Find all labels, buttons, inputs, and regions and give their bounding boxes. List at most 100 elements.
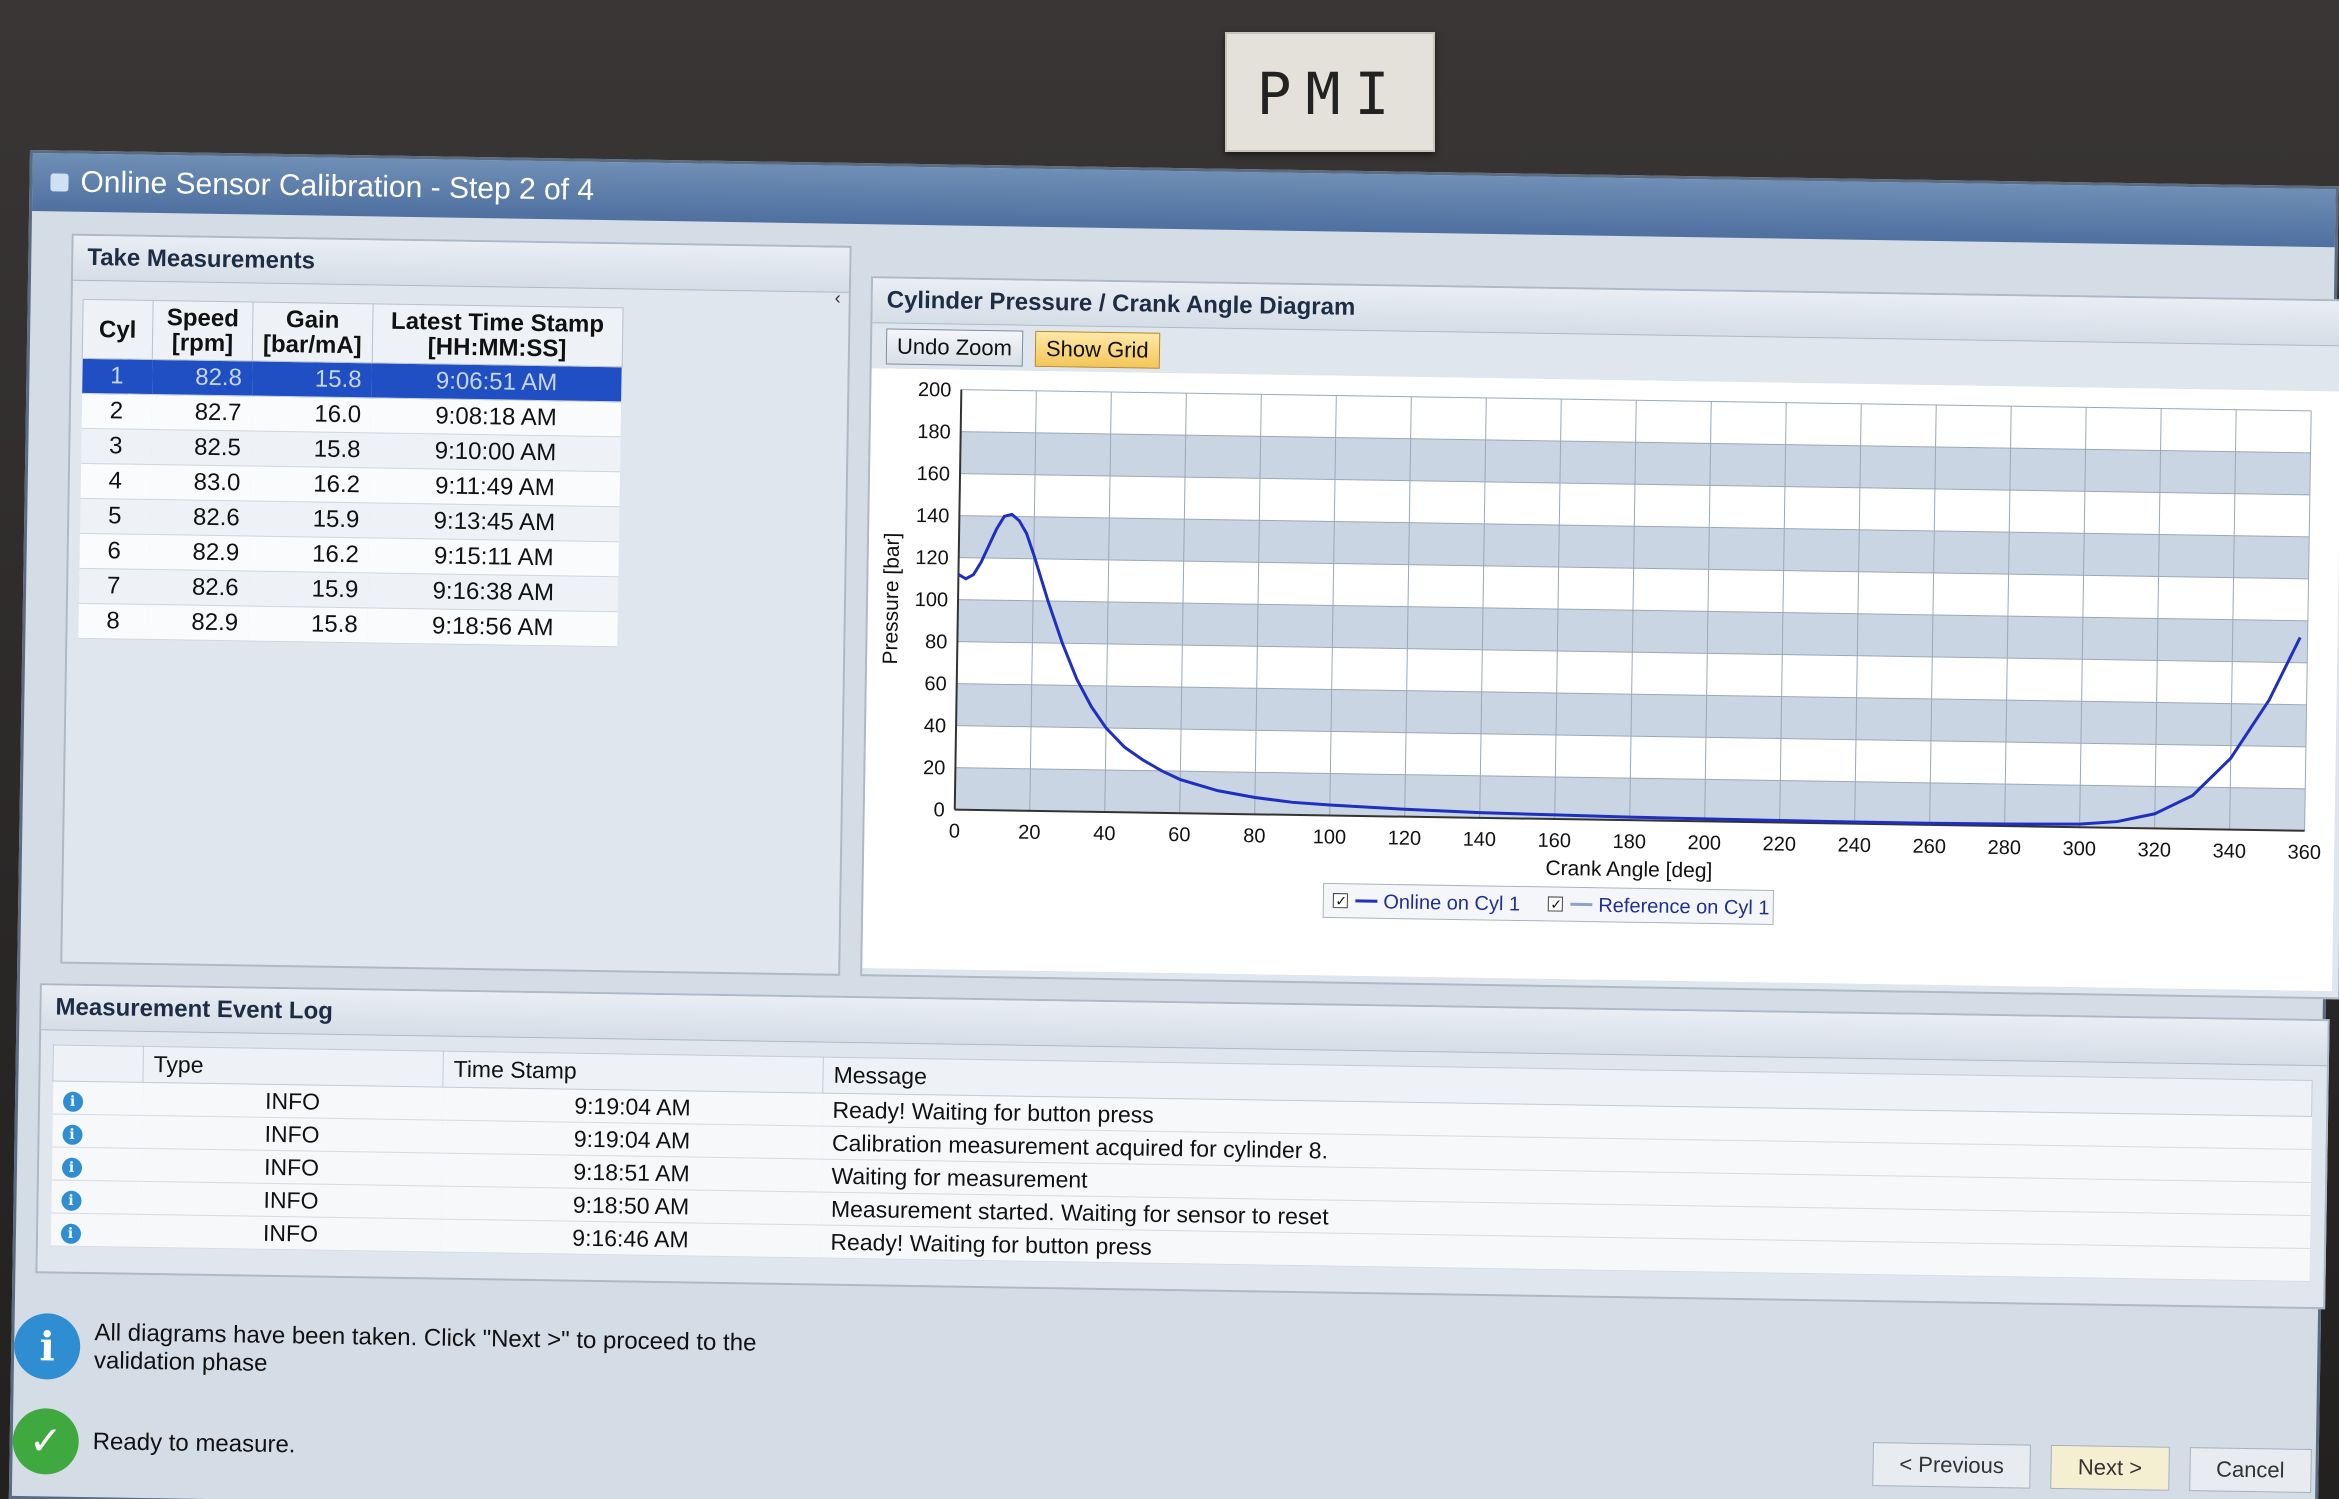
cell-speed: 82.9 bbox=[147, 604, 249, 642]
y-tick-label: 100 bbox=[914, 589, 948, 612]
cell-time: 9:08:18 AM bbox=[370, 398, 622, 438]
measurements-title: Take Measurements bbox=[72, 235, 850, 293]
cell-gain: 16.2 bbox=[250, 466, 371, 504]
chart-toolbar: Undo Zoom Show Grid bbox=[885, 328, 1160, 369]
x-tick-label: 20 bbox=[1018, 822, 1041, 844]
cell-cyl: 4 bbox=[80, 463, 151, 500]
cell-type: INFO bbox=[142, 1082, 443, 1121]
collapse-arrow-icon[interactable]: ‹ bbox=[835, 288, 841, 309]
chart-panel: Cylinder Pressure / Crank Angle Diagram … bbox=[860, 276, 2339, 1000]
event-log-icon-header bbox=[52, 1044, 144, 1083]
legend-label: Reference on Cyl 1 bbox=[1598, 895, 1770, 920]
cell-type: INFO bbox=[141, 1115, 443, 1154]
measurement-row[interactable]: 8 82.9 15.8 9:18:56 AM bbox=[77, 603, 618, 648]
x-tick-label: 200 bbox=[1687, 832, 1721, 855]
cell-gain: 15.9 bbox=[249, 501, 370, 539]
x-axis-label: Crank Angle [deg] bbox=[1545, 857, 1712, 883]
info-icon: i bbox=[60, 1190, 82, 1211]
x-tick-label: 240 bbox=[1837, 834, 1871, 857]
cell-gain: 15.8 bbox=[250, 431, 371, 469]
ready-message: Ready to measure. bbox=[92, 1428, 296, 1459]
cell-gain: 15.8 bbox=[247, 606, 369, 644]
info-icon: i bbox=[61, 1157, 82, 1178]
legend-check-icon: ✓ bbox=[1335, 894, 1347, 910]
x-tick-label: 360 bbox=[2287, 842, 2321, 865]
y-tick-label: 80 bbox=[925, 631, 948, 653]
cell-type: INFO bbox=[140, 1214, 441, 1253]
cell-icon: i bbox=[50, 1212, 141, 1248]
cell-icon: i bbox=[50, 1179, 142, 1215]
cell-speed: 82.8 bbox=[151, 359, 253, 397]
cell-time: 9:10:00 AM bbox=[370, 433, 621, 473]
cell-cyl: 8 bbox=[77, 603, 149, 640]
show-grid-button[interactable]: Show Grid bbox=[1034, 330, 1160, 369]
speed-header[interactable]: Speed [rpm] bbox=[152, 300, 254, 362]
x-tick-label: 220 bbox=[1762, 833, 1796, 856]
x-tick-label: 100 bbox=[1313, 826, 1347, 849]
cell-time: 9:06:51 AM bbox=[371, 363, 622, 403]
cell-icon: i bbox=[52, 1080, 143, 1116]
x-tick-label: 80 bbox=[1243, 825, 1266, 847]
event-log-time-header[interactable]: Time Stamp bbox=[442, 1051, 824, 1094]
x-tick-label: 300 bbox=[2062, 838, 2096, 861]
cell-speed: 82.7 bbox=[151, 394, 252, 432]
y-tick-label: 120 bbox=[915, 547, 949, 570]
y-tick-label: 60 bbox=[924, 673, 947, 695]
gain-header[interactable]: Gain [bar/mA] bbox=[252, 302, 373, 364]
cell-time: 9:11:49 AM bbox=[369, 468, 621, 508]
event-log-type-header[interactable]: Type bbox=[142, 1046, 444, 1088]
app-icon bbox=[50, 173, 69, 192]
cell-gain: 16.0 bbox=[251, 396, 372, 434]
cell-gain: 15.8 bbox=[251, 361, 372, 399]
x-tick-label: 160 bbox=[1537, 830, 1571, 853]
cell-time: 9:13:45 AM bbox=[369, 503, 620, 543]
measurements-table: Cyl Speed [rpm] Gain [bar/mA] Latest Time S… bbox=[77, 299, 623, 648]
measurements-header-row: Cyl Speed [rpm] Gain [bar/mA] Latest Time S… bbox=[82, 299, 623, 368]
info-icon: i bbox=[13, 1312, 81, 1380]
cell-time: 9:16:38 AM bbox=[368, 573, 619, 613]
cell-type: INFO bbox=[141, 1148, 442, 1187]
legend-label: Online on Cyl 1 bbox=[1383, 891, 1520, 915]
status-ready: ✓ Ready to measure. bbox=[12, 1407, 296, 1478]
cell-cyl: 7 bbox=[78, 568, 149, 605]
y-tick-label: 40 bbox=[924, 715, 947, 737]
cell-cyl: 2 bbox=[81, 393, 152, 430]
legend-check-icon: ✓ bbox=[1550, 897, 1562, 913]
checkmark-icon: ✓ bbox=[12, 1407, 80, 1475]
cell-cyl: 5 bbox=[79, 498, 151, 535]
cell-gain: 16.2 bbox=[248, 536, 370, 574]
info-message: All diagrams have been taken. Click "Nex… bbox=[93, 1319, 757, 1377]
cell-speed: 82.6 bbox=[148, 569, 249, 607]
previous-button[interactable]: < Previous bbox=[1871, 1442, 2032, 1489]
x-tick-label: 40 bbox=[1093, 823, 1116, 845]
next-button[interactable]: Next > bbox=[2050, 1444, 2170, 1491]
info-icon: i bbox=[61, 1124, 83, 1145]
pressure-crank-chart[interactable]: 0 20 40 60 80 100 120 140 160 180 200 0 20 40 60 80 100 1… bbox=[862, 368, 2339, 992]
cell-speed: 82.9 bbox=[148, 534, 250, 572]
cell-type: INFO bbox=[140, 1181, 442, 1220]
x-tick-label: 120 bbox=[1387, 827, 1421, 850]
cyl-header[interactable]: Cyl bbox=[82, 299, 154, 360]
cancel-button[interactable]: Cancel bbox=[2188, 1447, 2312, 1493]
window-title: Online Sensor Calibration - Step 2 of 4 bbox=[80, 165, 595, 207]
cell-icon: i bbox=[51, 1113, 143, 1149]
undo-zoom-button[interactable]: Undo Zoom bbox=[885, 328, 1024, 367]
y-tick-label: 0 bbox=[933, 799, 944, 821]
x-tick-label: 0 bbox=[949, 821, 960, 843]
x-tick-label: 60 bbox=[1168, 824, 1191, 846]
info-icon: i bbox=[62, 1091, 83, 1112]
x-tick-label: 320 bbox=[2137, 839, 2171, 862]
y-axis-label: Pressure [bar] bbox=[879, 532, 904, 664]
cell-gain: 15.9 bbox=[248, 571, 369, 609]
measurements-panel: Take Measurements ‹ Cyl Speed [rpm] Gain [… bbox=[60, 233, 852, 976]
x-tick-label: 280 bbox=[1987, 837, 2021, 860]
cell-time: 9:16:46 AM bbox=[440, 1219, 821, 1259]
y-tick-label: 160 bbox=[916, 463, 950, 486]
monitor-label: PMI bbox=[1225, 32, 1435, 152]
y-tick-label: 140 bbox=[916, 505, 950, 528]
cell-cyl: 1 bbox=[81, 358, 153, 395]
event-log-panel: Measurement Event Log Type Time Stamp Me… bbox=[35, 983, 2330, 1310]
navigation-buttons: < Previous Next > Cancel bbox=[1871, 1442, 2312, 1493]
timestamp-header[interactable]: Latest Time Stamp [HH:MM:SS] bbox=[371, 303, 623, 368]
cell-time: 9:15:11 AM bbox=[368, 538, 620, 578]
